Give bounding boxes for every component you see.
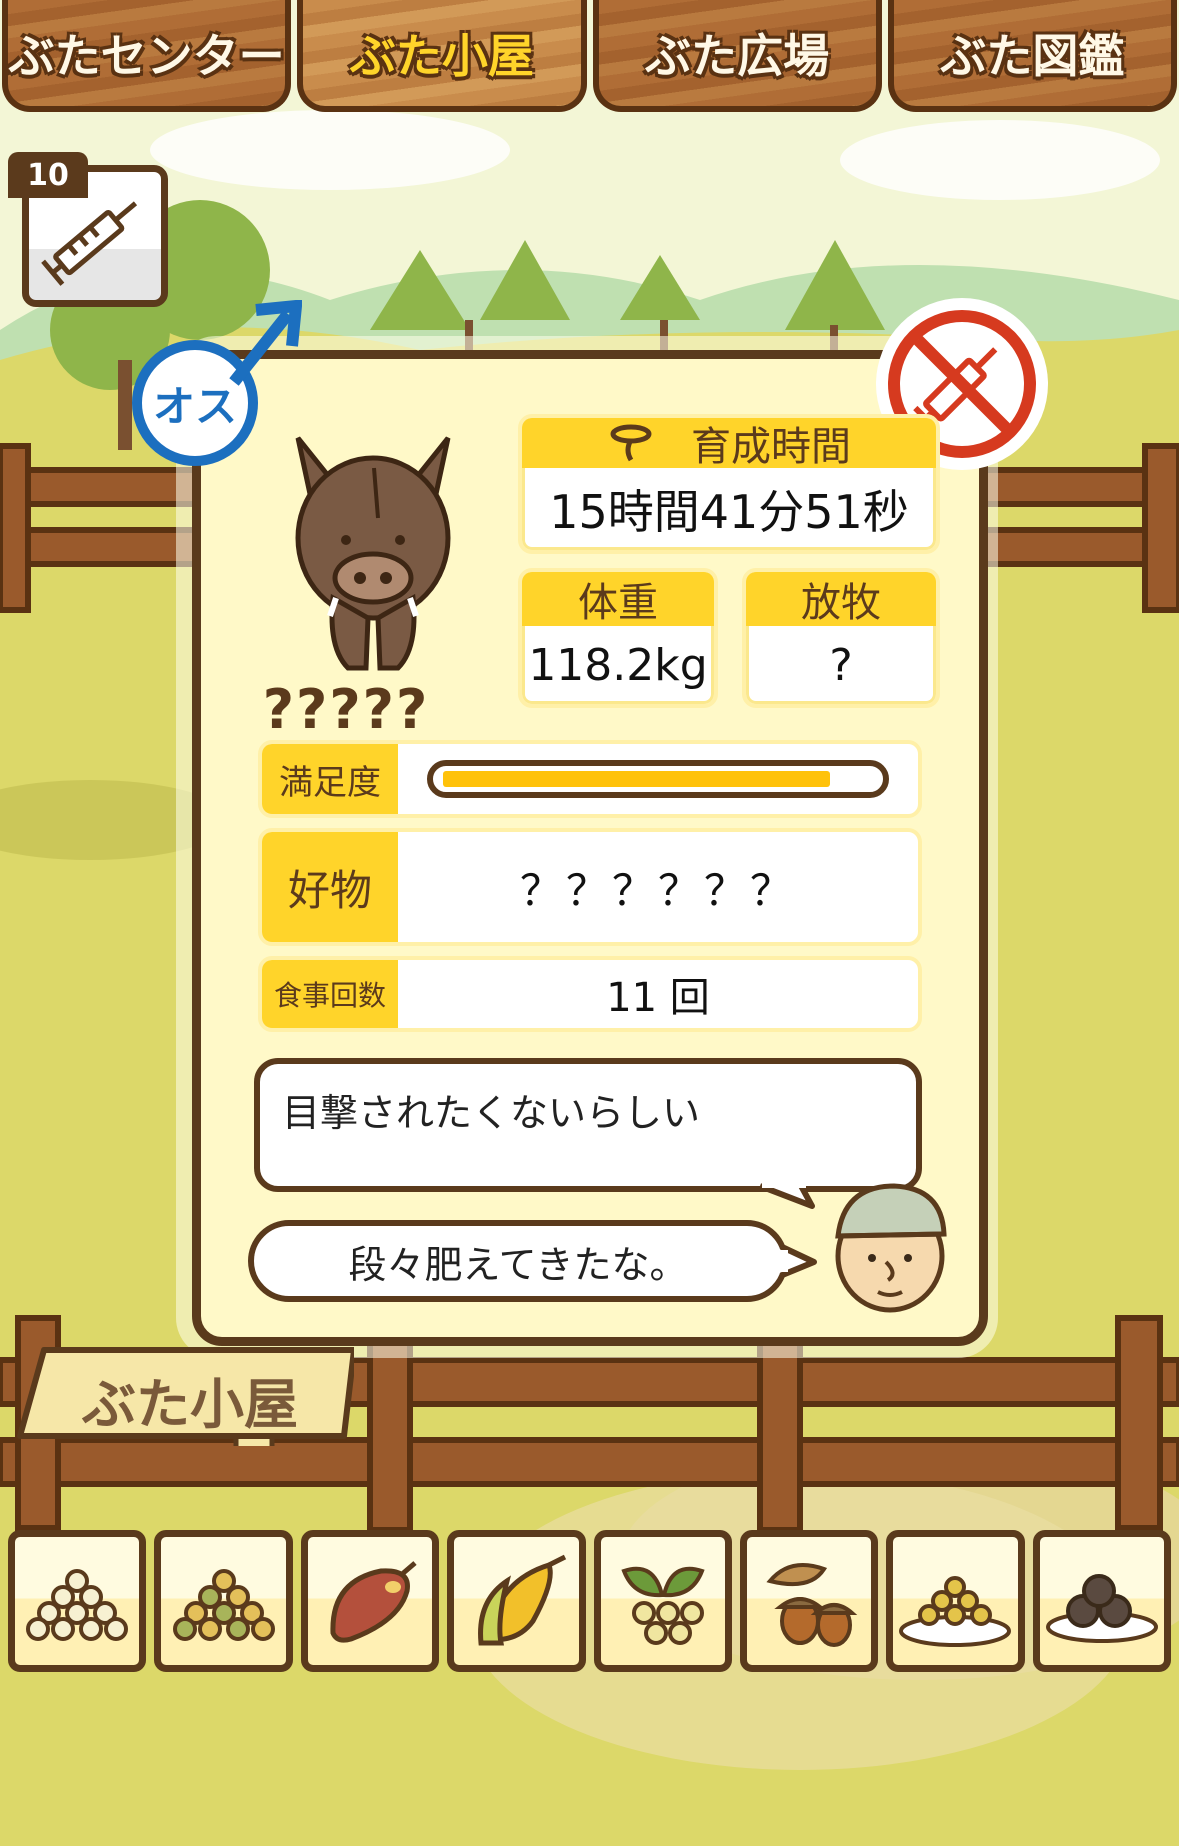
satisfaction-bar-fill — [443, 771, 830, 787]
pig-name: ????? — [262, 678, 430, 741]
beans-icon — [26, 1569, 129, 1641]
food-slot-7[interactable] — [886, 1530, 1025, 1672]
satisfaction-row: 満足度 — [258, 740, 922, 818]
food-slot-1[interactable] — [8, 1530, 147, 1672]
weight-label: 体重 — [522, 572, 714, 626]
tab-buta-koya[interactable]: ぶた小屋 — [297, 0, 587, 112]
meals-row: 食事回数 11 回 — [258, 956, 922, 1032]
farmer-comment-bubble: 段々肥えてきたな。 — [248, 1220, 788, 1302]
raising-time-label: 育成時間 — [691, 424, 851, 470]
food-slot-6[interactable] — [739, 1530, 879, 1672]
description-text: 目撃されたくないらしい — [282, 1091, 701, 1135]
top-tab-bar: ぶたセンター ぶた小屋 ぶた広場 ぶた図鑑 — [0, 0, 1179, 118]
acorn-icon — [766, 1563, 858, 1647]
farmer-avatar — [835, 1183, 947, 1313]
food-slot-8[interactable] — [1032, 1530, 1171, 1672]
food-slot-5[interactable] — [593, 1530, 732, 1672]
satisfaction-bar — [427, 760, 889, 798]
dark-dumplings-icon — [1045, 1574, 1158, 1643]
mixed-beans-icon — [172, 1569, 275, 1641]
farmer-comment-tail — [780, 1243, 817, 1279]
description-bubble-tail — [760, 1182, 815, 1209]
corn-icon — [478, 1554, 567, 1646]
beans-plate-icon — [899, 1576, 1012, 1647]
whistle-icon — [610, 424, 652, 462]
syringe-count-badge: 10 — [8, 152, 88, 198]
grazing-box: 放牧 ? — [742, 568, 940, 708]
raising-time-value: 15時間41分51秒 — [549, 485, 909, 539]
food-slot-2[interactable] — [154, 1530, 293, 1672]
tab-buta-hiroba[interactable]: ぶた広場 — [592, 0, 882, 112]
raising-time-box: 育成時間 15時間41分51秒 — [518, 414, 940, 554]
favorite-value: ？？？？？？ — [519, 865, 796, 915]
description-bubble: 目撃されたくないらしい — [254, 1058, 922, 1192]
male-symbol-icon — [229, 300, 302, 386]
tab-buta-zukan[interactable]: ぶた図鑑 — [887, 0, 1177, 112]
farmer-comment-text: 段々肥えてきたな。 — [348, 1242, 688, 1287]
food-slot-4[interactable] — [447, 1530, 586, 1672]
sweet-potato-icon — [330, 1561, 417, 1643]
grazing-value: ? — [829, 639, 853, 691]
meals-value: 11 回 — [606, 975, 710, 1021]
weight-box: 体重 118.2kg — [518, 568, 718, 708]
food-slot-3[interactable] — [300, 1530, 440, 1672]
food-bar — [0, 1530, 1179, 1676]
soybean-plant-icon — [621, 1566, 705, 1645]
grazing-label: 放牧 — [746, 572, 936, 626]
barn-sign-label: ぶた小屋 — [82, 1373, 298, 1436]
boar-character — [295, 436, 451, 671]
gender-label: オス — [152, 381, 237, 431]
satisfaction-label: 満足度 — [262, 744, 398, 814]
favorite-label: 好物 — [262, 832, 398, 942]
meals-label: 食事回数 — [262, 960, 398, 1028]
favorite-row: 好物 ？？？？？？ — [258, 828, 922, 946]
tab-buta-center[interactable]: ぶたセンター — [2, 0, 292, 112]
weight-value: 118.2kg — [528, 639, 708, 691]
